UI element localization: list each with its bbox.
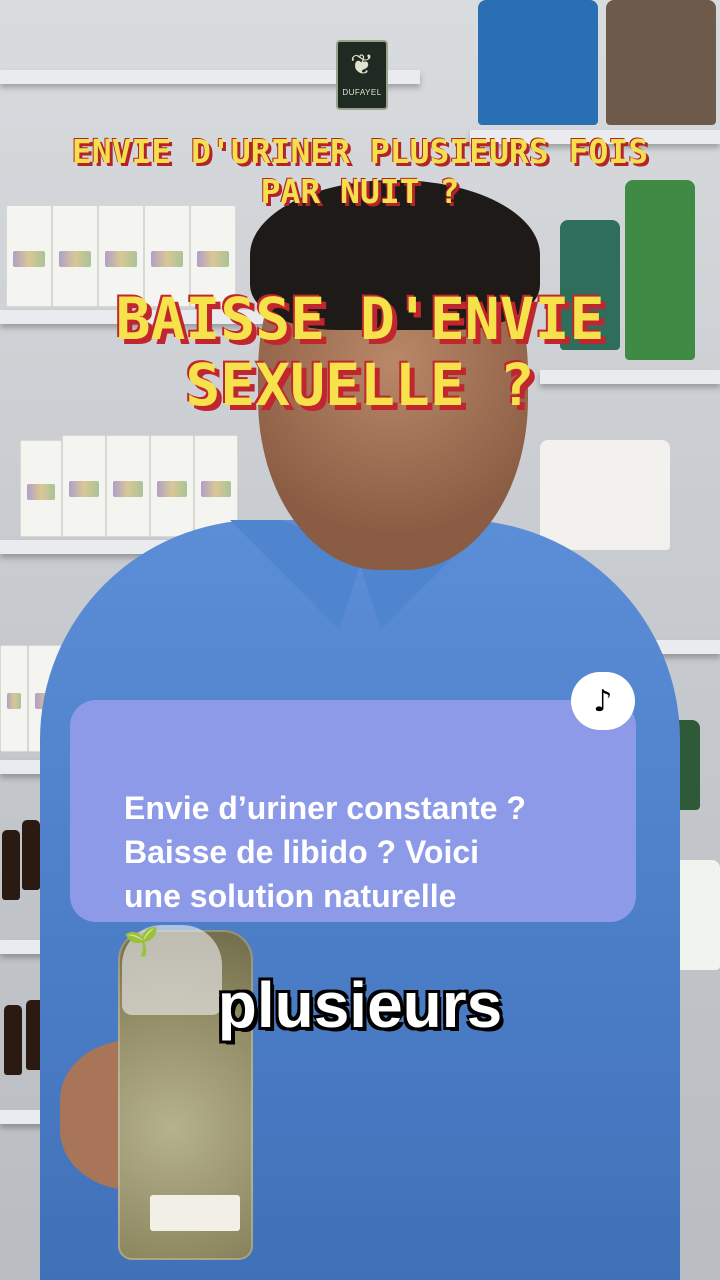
product-box xyxy=(0,645,28,752)
description-text: Envie d’uriner constante ? Baisse de lib… xyxy=(124,742,604,964)
caption-question-1: ENVIE D'URINER PLUSIEURS FOIS PAR NUIT ? xyxy=(71,132,649,211)
product-box xyxy=(62,435,106,537)
product-box xyxy=(540,440,670,550)
supplement-jar xyxy=(606,0,716,125)
herb-bag-label xyxy=(150,1195,240,1231)
description-body: Envie d’uriner constante ? Baisse de lib… xyxy=(124,790,526,914)
bottle xyxy=(2,830,20,900)
caption-question-2: BAISSE D'ENVIE SEXUELLE ? xyxy=(115,285,605,419)
product-box xyxy=(150,435,194,537)
supplement-jar xyxy=(478,0,598,125)
subtitle-word: plusieurs xyxy=(217,969,503,1041)
brand-logo: ❦ DUFAYEL xyxy=(336,40,388,110)
tiktok-icon[interactable]: ♪ xyxy=(571,672,635,730)
tree-icon: ❦ xyxy=(350,48,374,81)
product-box xyxy=(20,440,62,537)
product-box xyxy=(106,435,150,537)
bottle xyxy=(22,820,40,890)
sprout-icon: 🌱 xyxy=(124,926,159,957)
brand-logo-text: DUFAYEL xyxy=(342,88,382,97)
